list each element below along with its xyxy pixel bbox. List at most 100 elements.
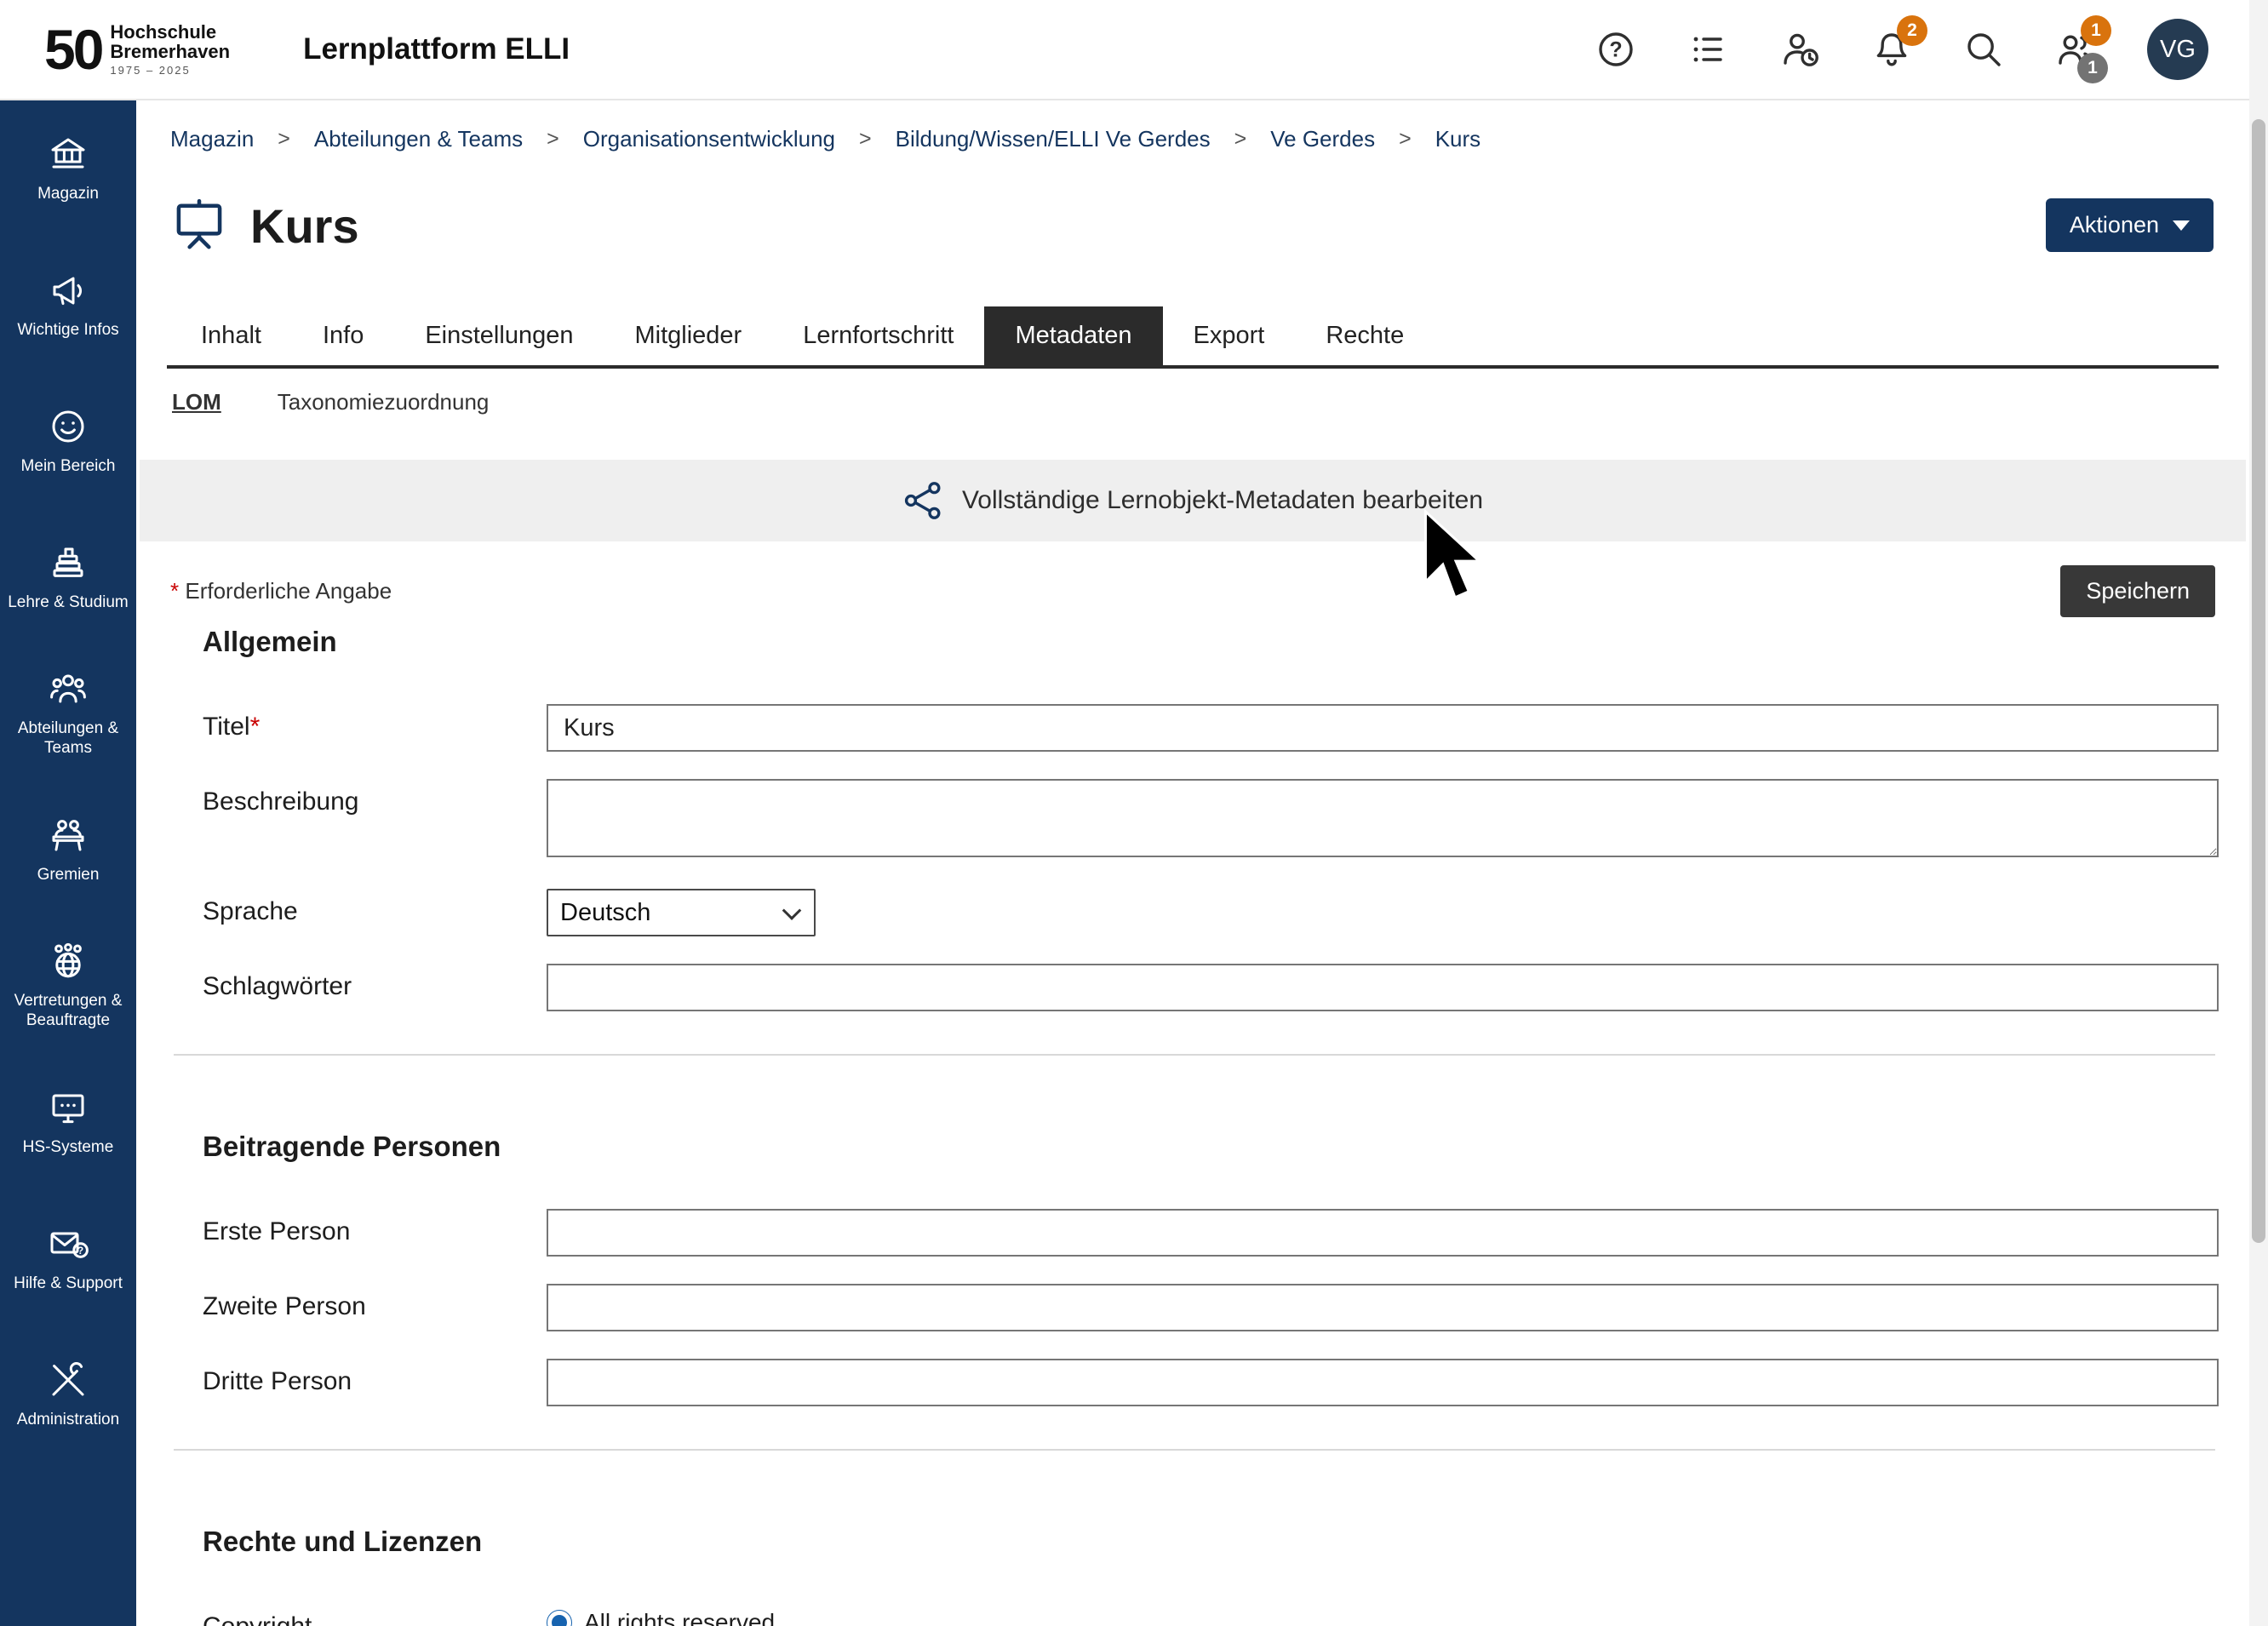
required-asterisk: *	[170, 578, 179, 604]
section-divider	[174, 1449, 2215, 1451]
edit-full-metadata-banner[interactable]: Vollständige Lernobjekt-Metadaten bearbe…	[140, 460, 2246, 541]
sidebar-item-label: HS-Systeme	[23, 1138, 114, 1158]
sidebar-item-mein-bereich[interactable]: Mein Bereich	[0, 373, 136, 509]
sidebar-item-label: Magazin	[37, 185, 99, 204]
svg-text:?: ?	[77, 1245, 83, 1257]
copyright-option-label: All rights reserved	[584, 1609, 775, 1626]
sidebar-item-administration[interactable]: Administration	[0, 1326, 136, 1463]
section-divider	[174, 1054, 2215, 1056]
subtab-lom[interactable]: LOM	[172, 389, 221, 415]
subtab-taxonomiezuordnung[interactable]: Taxonomiezuordnung	[278, 389, 490, 415]
erste-person-input[interactable]	[547, 1209, 2219, 1257]
breadcrumb-separator: >	[1234, 127, 1247, 152]
vertical-scrollbar	[2249, 0, 2268, 1626]
mail-help-icon: ?	[48, 1223, 89, 1264]
dritte-person-input[interactable]	[547, 1359, 2219, 1406]
university-logo: 50 Hochschule Bremerhaven 1975 – 2025	[44, 21, 230, 77]
contacts-badge-top: 1	[2081, 15, 2111, 46]
contacts-icon[interactable]: 1 1	[2055, 29, 2096, 70]
tools-icon	[48, 1360, 89, 1400]
sidebar-item-label: Administration	[17, 1411, 119, 1430]
logo-line1: Hochschule	[110, 23, 230, 43]
subtab-bar: LOM Taxonomiezuordnung	[167, 369, 2219, 436]
beschreibung-label: Beschreibung	[203, 779, 547, 816]
sidebar-item-hilfe-support[interactable]: ? Hilfe & Support	[0, 1190, 136, 1326]
sidebar-item-label: Hilfe & Support	[14, 1274, 123, 1294]
breadcrumb-separator: >	[859, 127, 872, 152]
breadcrumb-separator: >	[278, 127, 290, 152]
edit-full-metadata-link[interactable]: Vollständige Lernobjekt-Metadaten bearbe…	[962, 486, 1483, 515]
breadcrumb-item[interactable]: Abteilungen & Teams	[314, 126, 523, 152]
tab-export[interactable]: Export	[1163, 306, 1296, 365]
notifications-bell-icon[interactable]: 2	[1871, 29, 1912, 70]
search-icon[interactable]	[1963, 29, 2004, 70]
breadcrumb-separator: >	[547, 127, 559, 152]
sidebar-item-abteilungen-teams[interactable]: Abteilungen & Teams	[0, 645, 136, 782]
breadcrumb-item[interactable]: Ve Gerdes	[1270, 126, 1375, 152]
books-icon	[48, 542, 89, 583]
monitor-icon	[48, 1087, 89, 1128]
copyright-label: Copyright	[203, 1604, 547, 1626]
scrollbar-thumb[interactable]	[2252, 119, 2265, 1243]
sidebar-item-vertretungen[interactable]: Vertretungen & Beauftragte	[0, 918, 136, 1054]
breadcrumb-separator: >	[1399, 127, 1412, 152]
breadcrumb-item[interactable]: Kurs	[1435, 126, 1480, 152]
required-hint: * Erforderliche Angabe	[170, 578, 392, 604]
schlagwoerter-input[interactable]	[547, 964, 2219, 1011]
tab-inhalt[interactable]: Inhalt	[170, 306, 292, 365]
save-button[interactable]: Speichern	[2060, 565, 2215, 617]
logo-line2: Bremerhaven	[110, 43, 230, 62]
sidebar-item-label: Lehre & Studium	[8, 593, 129, 613]
list-icon[interactable]	[1687, 29, 1728, 70]
zweite-person-input[interactable]	[547, 1284, 2219, 1331]
tab-metadaten[interactable]: Metadaten	[984, 306, 1162, 365]
logo-50: 50	[44, 21, 101, 77]
tab-bar: Inhalt Info Einstellungen Mitglieder Ler…	[167, 306, 2219, 369]
people-icon	[48, 668, 89, 709]
required-asterisk: *	[250, 713, 261, 741]
smiley-icon	[48, 406, 89, 447]
megaphone-icon	[48, 270, 89, 311]
sidebar-item-magazin[interactable]: Magazin	[0, 100, 136, 237]
beschreibung-textarea[interactable]	[547, 779, 2219, 857]
course-board-icon	[170, 195, 228, 257]
schlagwoerter-label: Schlagwörter	[203, 964, 547, 1001]
tab-rechte[interactable]: Rechte	[1295, 306, 1435, 365]
sprache-label: Sprache	[203, 889, 547, 926]
tab-einstellungen[interactable]: Einstellungen	[394, 306, 604, 365]
sidebar-item-gremien[interactable]: Gremien	[0, 782, 136, 918]
actions-button-label: Aktionen	[2070, 212, 2159, 238]
sidebar-item-label: Vertretungen & Beauftragte	[5, 992, 131, 1031]
awareness-person-clock-icon[interactable]	[1779, 29, 1820, 70]
titel-input[interactable]	[547, 704, 2219, 752]
zweite-person-label: Zweite Person	[203, 1284, 547, 1321]
tab-lernfortschritt[interactable]: Lernfortschritt	[772, 306, 984, 365]
sidebar-item-label: Wichtige Infos	[17, 321, 118, 341]
tab-mitglieder[interactable]: Mitglieder	[604, 306, 772, 365]
user-avatar[interactable]: VG	[2147, 19, 2208, 80]
sidebar-item-label: Abteilungen & Teams	[5, 719, 131, 759]
tab-info[interactable]: Info	[292, 306, 394, 365]
sidebar-item-lehre-studium[interactable]: Lehre & Studium	[0, 509, 136, 645]
actions-button[interactable]: Aktionen	[2046, 198, 2214, 252]
main-sidebar: Magazin Wichtige Infos Mein Bereich Lehr…	[0, 100, 136, 1626]
sidebar-item-hs-systeme[interactable]: HS-Systeme	[0, 1054, 136, 1190]
section-heading-allgemein: Allgemein	[203, 626, 2219, 658]
section-heading-rechte: Rechte und Lizenzen	[203, 1526, 2219, 1558]
sidebar-item-label: Mein Bereich	[21, 457, 116, 477]
chevron-down-icon	[2173, 220, 2190, 231]
help-icon[interactable]: ?	[1595, 29, 1636, 70]
sidebar-item-wichtige-infos[interactable]: Wichtige Infos	[0, 237, 136, 373]
breadcrumb-item[interactable]: Bildung/Wissen/ELLI Ve Gerdes	[896, 126, 1211, 152]
breadcrumb-item[interactable]: Organisationsentwicklung	[583, 126, 835, 152]
breadcrumb-item[interactable]: Magazin	[170, 126, 254, 152]
sprache-select[interactable]: Deutsch	[547, 889, 816, 936]
sidebar-item-label: Gremien	[37, 866, 100, 885]
section-heading-beitragende: Beitragende Personen	[203, 1131, 2219, 1163]
main-content: Magazin > Abteilungen & Teams > Organisa…	[136, 100, 2249, 1626]
committee-icon	[48, 815, 89, 856]
notification-badge: 2	[1897, 15, 1927, 46]
app-title: Lernplattform ELLI	[303, 32, 570, 66]
bank-icon	[48, 134, 89, 175]
copyright-radio-all-rights-reserved[interactable]	[547, 1610, 572, 1626]
